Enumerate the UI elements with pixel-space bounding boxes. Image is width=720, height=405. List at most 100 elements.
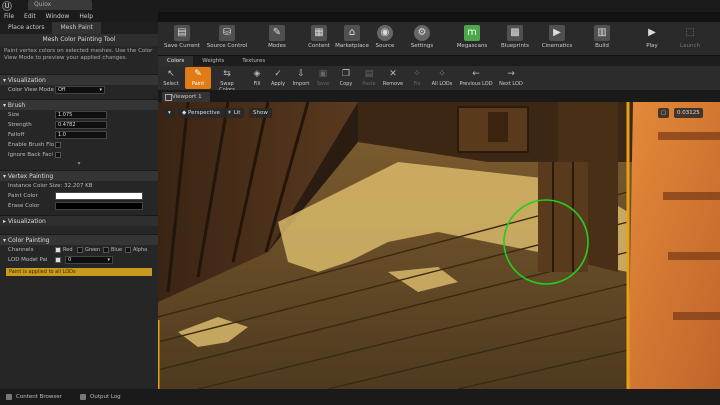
show-button[interactable]: Show [249, 108, 272, 118]
erase-color-label: Erase Color [8, 203, 40, 209]
brush-icon: ✎ [194, 69, 202, 79]
all-lods-button[interactable]: ⁘ All LODs [428, 67, 456, 89]
viewport-layout-icon[interactable]: ▢ [658, 108, 670, 118]
save-current-button[interactable]: ▤ Save Current [158, 24, 206, 54]
source-control-button[interactable]: ⛁ Source Control [203, 24, 251, 54]
tab-weights[interactable]: Weights [193, 56, 233, 66]
erase-color-row: Erase Color [0, 201, 158, 211]
perspective-button[interactable]: ◆ Perspective [178, 108, 224, 118]
modes-panel: Place actors Mesh Paint Mesh Color Paint… [0, 22, 158, 389]
blueprints-icon: ▩ [507, 25, 523, 41]
content-browser-tab[interactable]: Content Browser [4, 392, 62, 402]
megascans-button[interactable]: m Megascans [448, 24, 496, 54]
color-view-mode-select[interactable]: Off ▾ [55, 86, 105, 94]
level-tab[interactable]: Quiox [28, 0, 92, 10]
checkbox-icon [103, 246, 109, 253]
perspective-label: Perspective [187, 110, 220, 116]
blueprints-label: Blueprints [501, 43, 529, 49]
tab-mesh-paint[interactable]: Mesh Paint [52, 22, 102, 34]
blueprints-button[interactable]: ▩ Blueprints [491, 24, 539, 54]
erase-color-swatch[interactable] [55, 202, 143, 210]
cinematics-icon: ▶ [549, 25, 565, 41]
channel-green-checkbox[interactable]: Green [77, 245, 100, 255]
launch-label: Launch [680, 43, 700, 49]
launch-button[interactable]: ⬚ Launch [666, 24, 714, 54]
color-painting-header-label: Color Painting [7, 237, 50, 244]
save-icon: ▣ [318, 69, 328, 79]
viewport-tab[interactable]: Viewport 1 [162, 92, 210, 102]
next-lod-button[interactable]: → Next LOD [496, 67, 526, 89]
channel-red-checkbox[interactable]: Red [55, 245, 73, 255]
fix-button[interactable]: ✧ Fix [404, 67, 430, 89]
menu-help[interactable]: Help [79, 12, 93, 22]
fix-label: Fix [413, 81, 421, 87]
checkbox-icon [125, 246, 131, 253]
expand-arrow-icon[interactable]: ▾ [0, 160, 158, 168]
apply-icon: ✓ [274, 69, 282, 79]
brush-header-label: Brush [7, 102, 26, 109]
channel-red-label: Red [63, 247, 73, 253]
paste-button[interactable]: ▤ Paste [356, 67, 382, 89]
color-view-mode-value: Off [58, 87, 66, 93]
lod-warning-banner: Paint is applied to all LODs [6, 268, 152, 276]
channel-alpha-checkbox[interactable]: Alpha [125, 245, 147, 255]
paint-color-swatch[interactable] [55, 192, 143, 200]
paint-mode-tabs: Colors Weights Textures [158, 56, 720, 66]
lod-model-select[interactable]: 0 ▾ [65, 256, 113, 264]
tab-place-actors[interactable]: Place actors [0, 22, 52, 34]
settings-icon: ⚙ [414, 25, 430, 41]
import-icon: ⇩ [297, 69, 305, 79]
channel-blue-label: Blue [111, 247, 123, 253]
source-control-label: Source Control [206, 43, 248, 49]
build-button[interactable]: ▥ Build [578, 24, 626, 54]
lod-model-checkbox[interactable] [55, 257, 61, 263]
lod-model-label: LOD Model Pai [8, 257, 48, 263]
bottom-bar: Content Browser Output Log [0, 389, 720, 405]
modes-button[interactable]: ✎ Modes [253, 24, 301, 54]
menu-file[interactable]: File [4, 12, 14, 22]
channel-blue-checkbox[interactable]: Blue [103, 245, 122, 255]
ignore-back-facing-row: Ignore Back Faci [0, 150, 158, 160]
menu-window[interactable]: Window [46, 12, 70, 22]
size-input[interactable]: 1.075 [55, 111, 107, 119]
falloff-input[interactable]: 1.0 [55, 131, 107, 139]
lit-button[interactable]: ☀ Lit [223, 108, 245, 118]
level-viewport[interactable]: ▾ ◆ Perspective ☀ Lit Show ▢ 0.03125 [158, 102, 720, 389]
save-icon: ▤ [174, 25, 190, 41]
cinematics-button[interactable]: ▶ Cinematics [533, 24, 581, 54]
channel-green-label: Green [85, 247, 101, 253]
channels-row: Channels Red Green Blue Alpha [0, 245, 158, 255]
color-painting-section-header[interactable]: ▾ Color Painting [0, 234, 158, 245]
settings-button[interactable]: ⚙ Settings [398, 24, 446, 54]
output-log-tab[interactable]: Output Log [78, 392, 121, 402]
strength-label: Strength [8, 122, 32, 128]
falloff-row: Falloff 1.0 [0, 130, 158, 140]
strength-input[interactable]: 0.4782 [55, 121, 107, 129]
settings-label: Settings [410, 43, 434, 49]
ignore-back-facing-checkbox[interactable] [55, 152, 61, 158]
remove-button[interactable]: ✕ Remove [380, 67, 406, 89]
previous-lod-label: Previous LOD [459, 81, 493, 87]
tab-colors[interactable]: Colors [158, 56, 194, 66]
checkbox-icon [55, 246, 61, 253]
previous-lod-button[interactable]: ← Previous LOD [458, 67, 494, 89]
menu-edit[interactable]: Edit [24, 12, 36, 22]
title-bar: U Quiox [0, 0, 720, 12]
swap-colors-button[interactable]: ⇆Swap Colors [212, 67, 242, 93]
arrow-right-icon: → [507, 69, 515, 79]
all-lods-icon: ⁘ [438, 69, 446, 79]
tab-textures[interactable]: Textures [233, 56, 274, 66]
viewport-scene [158, 102, 720, 389]
content-icon: ▦ [311, 25, 327, 41]
lit-label: Lit [233, 110, 241, 116]
brush-section-header[interactable]: ▾ Brush [0, 99, 158, 110]
viewport-options-button[interactable]: ▾ [164, 108, 175, 118]
vertex-painting-section-header[interactable]: ▾ Vertex Painting [0, 170, 158, 181]
visualization-section-header[interactable]: ▾ Visualization [0, 74, 158, 85]
paint-tool-button[interactable]: ✎ Paint [185, 67, 211, 89]
visualization-subsection-header[interactable]: ▸ Visualization [0, 215, 158, 226]
camera-speed-value[interactable]: 0.03125 [674, 108, 703, 118]
vertex-painting-header-label: Vertex Painting [7, 173, 54, 180]
select-tool-button[interactable]: ↖ Select [158, 67, 184, 89]
brush-flow-checkbox[interactable] [55, 142, 61, 148]
